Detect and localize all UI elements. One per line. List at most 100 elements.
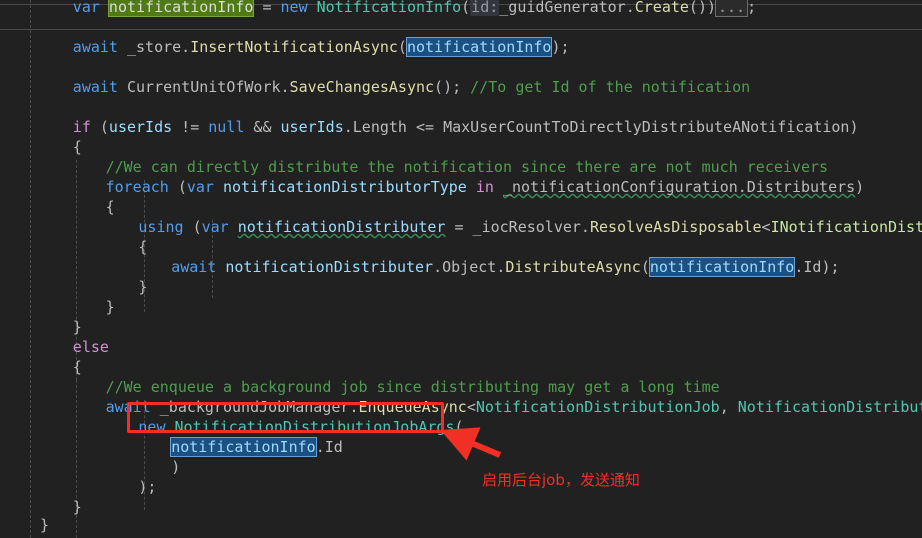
code-token: ())	[688, 0, 717, 16]
code-token: NotificationDistributionJobArgs	[174, 418, 455, 436]
code-line[interactable]: new NotificationDistributionJobArgs(	[0, 417, 464, 437]
code-token: NotificationDistributionJob	[475, 398, 720, 416]
code-token: using	[138, 218, 184, 236]
code-token: NotificationDistribution	[737, 398, 922, 416]
code-line[interactable]: else	[0, 337, 109, 357]
code-token: id:	[470, 0, 500, 16]
code-line[interactable]: }	[0, 515, 49, 535]
code-token: (	[640, 258, 650, 276]
code-token: Length	[352, 118, 407, 136]
code-token: var	[201, 218, 229, 236]
code-line[interactable]: await CurrentUnitOfWork.SaveChangesAsync…	[0, 77, 750, 97]
code-line[interactable]: if (userIds != null && userIds.Length <=…	[0, 117, 859, 137]
code-line[interactable]: //We enqueue a background job since dist…	[0, 377, 720, 397]
code-token: var	[186, 178, 214, 196]
code-token: else	[72, 338, 109, 356]
code-editor-screenshot: var notificationInfo = new NotificationI…	[0, 0, 922, 538]
code-token: ,	[719, 398, 738, 416]
code-token: &&	[253, 118, 272, 136]
code-token: <=	[415, 118, 435, 136]
code-token: InsertNotificationAsync	[190, 38, 398, 56]
code-token: (	[183, 218, 202, 236]
code-line[interactable]: {	[0, 137, 82, 157]
code-line[interactable]: {	[0, 197, 115, 217]
code-token: foreach	[105, 178, 169, 196]
code-token: ()	[434, 78, 453, 96]
code-token: NotificationInfo	[316, 0, 462, 16]
code-line[interactable]: {	[0, 237, 147, 257]
code-token: if	[72, 118, 91, 136]
code-token: Object	[442, 258, 497, 276]
code-line[interactable]: );	[0, 477, 156, 497]
code-token: MaxUserCountToDirectlyDistributeANotific…	[443, 118, 850, 136]
code-token: ;	[830, 258, 840, 276]
code-token: null	[208, 118, 245, 136]
code-token: CurrentUnitOfWork	[126, 78, 281, 96]
code-token: )	[849, 118, 859, 136]
code-line[interactable]: var notificationInfo = new NotificationI…	[0, 0, 756, 17]
code-token: .	[315, 438, 325, 456]
code-token: ...	[715, 0, 749, 17]
code-token: notificationDistributer	[225, 258, 434, 276]
code-line[interactable]: notificationInfo.Id	[0, 437, 343, 457]
code-line[interactable]: }	[0, 497, 82, 517]
code-text-area[interactable]: var notificationInfo = new NotificationI…	[0, 0, 922, 538]
code-token: );	[138, 478, 157, 496]
code-token: .	[496, 258, 506, 276]
code-token: {	[138, 238, 148, 256]
code-token: {	[72, 358, 82, 376]
code-token: (	[397, 38, 407, 56]
code-token: _guidGenerator	[499, 0, 626, 16]
code-token: in	[475, 178, 494, 196]
code-token: //We can directly distribute the notific…	[105, 158, 829, 176]
code-line[interactable]: }	[0, 297, 115, 317]
code-line[interactable]: using (var notificationDistributer = _io…	[0, 217, 922, 237]
code-token: _store	[126, 38, 182, 56]
code-token: new	[138, 418, 166, 436]
code-line[interactable]: {	[0, 357, 82, 377]
code-token: {	[72, 138, 82, 156]
code-token: ;	[747, 0, 757, 16]
code-token: )	[171, 458, 181, 476]
code-token: notificationInfo	[648, 257, 796, 277]
code-token: await	[72, 78, 118, 96]
code-token: !=	[181, 118, 200, 136]
code-token: }	[72, 318, 82, 336]
code-token: .	[343, 118, 353, 136]
code-line[interactable]: }	[0, 317, 82, 337]
code-token: <	[761, 218, 771, 236]
code-token: }	[105, 298, 115, 316]
code-token: notificationInfo	[170, 437, 317, 457]
code-token: .	[580, 218, 590, 236]
code-line[interactable]: await notificationDistributer.Object.Dis…	[0, 257, 840, 277]
code-line[interactable]: //We can directly distribute the notific…	[0, 157, 828, 177]
code-line[interactable]: )	[0, 457, 180, 477]
code-token: {	[105, 198, 115, 216]
code-token: var	[72, 0, 100, 16]
code-token: _notificationConfiguration.Distributers	[502, 178, 856, 196]
code-token: notificationDistributorType	[223, 178, 467, 196]
code-line[interactable]: await _backgroundJobManager.EnqueueAsync…	[0, 397, 922, 417]
code-token: (	[454, 418, 464, 436]
code-token: //We enqueue a background job since dist…	[105, 378, 720, 396]
code-token: SaveChangesAsync	[289, 78, 435, 96]
code-line[interactable]: await _store.InsertNotificationAsync(not…	[0, 37, 570, 57]
code-token: }	[138, 278, 148, 296]
code-line[interactable]: foreach (var notificationDistributorType…	[0, 177, 865, 197]
code-token: INotificationDistrib	[770, 218, 922, 236]
code-token: <	[466, 398, 476, 416]
code-line[interactable]: }	[0, 277, 147, 297]
code-token: ;	[452, 78, 462, 96]
code-token: Id	[803, 258, 822, 276]
code-token: new	[280, 0, 308, 16]
